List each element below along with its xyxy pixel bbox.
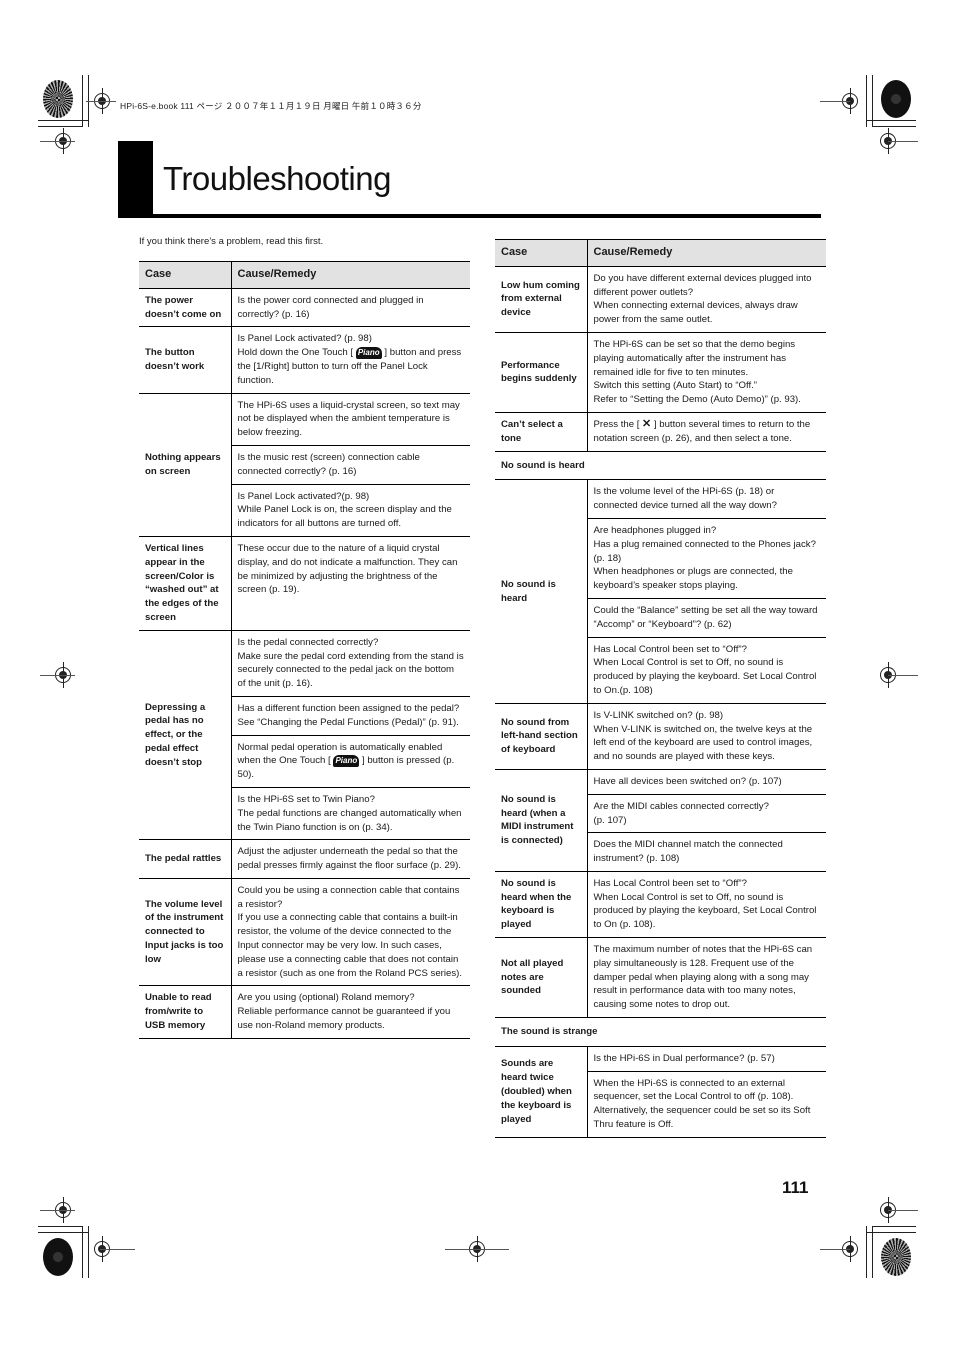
remedy-cell: The maximum number of notes that the HPi…: [587, 937, 826, 1019]
remedy-cell: When the HPi-6S is connected to an exter…: [587, 1071, 826, 1138]
remedy-cell: Are you using (optional) Roland memory? R…: [231, 985, 470, 1039]
piano-button-icon: Piano: [355, 346, 382, 359]
table-row: Nothing appears on screen The HPi-6S uses…: [139, 393, 470, 537]
case-cell: Can’t select a tone: [495, 412, 588, 452]
case-cell: The button doesn’t work: [139, 326, 232, 394]
intro-text: If you think there’s a problem, read thi…: [139, 236, 324, 247]
table-row: No sound is heard when the keyboard is p…: [495, 871, 826, 939]
case-cell: No sound is heard (when a MIDI instrumen…: [495, 769, 588, 872]
page-title: Troubleshooting: [163, 160, 391, 197]
table-row: Performance begins suddenly The HPi-6S ca…: [495, 332, 826, 413]
section-heading-row: No sound is heard: [495, 451, 826, 481]
troubleshooting-table-right: Case Cause/Remedy Low hum coming from ex…: [495, 239, 826, 1138]
column-header-case: Case: [139, 261, 232, 289]
case-cell: Sounds are heard twice (doubled) when th…: [495, 1046, 588, 1138]
table-row: No sound is heard Is the volume level of …: [495, 479, 826, 704]
column-header-case: Case: [495, 239, 588, 267]
remedy-cell: Does the MIDI channel match the connecte…: [587, 832, 826, 872]
case-cell: The volume level of the instrument conne…: [139, 878, 232, 987]
case-cell: Nothing appears on screen: [139, 393, 232, 537]
title-underline: [118, 214, 821, 218]
remedy-cell: Are the MIDI cables connected correctly?…: [587, 794, 826, 834]
case-cell: Unable to read from/write to USB memory: [139, 985, 232, 1039]
remedy-cell: Has a different function been assigned t…: [231, 696, 470, 736]
remedy-cell: Are headphones plugged in? Has a plug rem…: [587, 518, 826, 599]
table-row: No sound is heard (when a MIDI instrumen…: [495, 769, 826, 872]
case-cell: No sound is heard: [495, 479, 588, 704]
column-header-remedy: Cause/Remedy: [231, 261, 470, 289]
remedy-cell: Is V-LINK switched on? (p. 98) When V-LIN…: [587, 703, 826, 770]
case-cell: Vertical lines appear in the screen/Colo…: [139, 536, 232, 631]
table-row: Can’t select a tone Press the [ ✕ ] butto…: [495, 412, 826, 452]
remedy-cell: Could you be using a connection cable th…: [231, 878, 470, 987]
color-target-icon: [43, 1238, 73, 1276]
table-row: The button doesn’t work Is Panel Lock act…: [139, 326, 470, 394]
case-cell: Performance begins suddenly: [495, 332, 588, 413]
column-header-remedy: Cause/Remedy: [587, 239, 826, 267]
table-row: Depressing a pedal has no effect, or the…: [139, 630, 470, 841]
color-target-icon: [43, 80, 73, 118]
page-number: 111: [782, 1178, 809, 1197]
table-row: No sound from left-hand section of keybo…: [495, 703, 826, 770]
remedy-cell: Have all devices been switched on? (p. 1…: [587, 769, 826, 795]
remedy-cell: Adjust the adjuster underneath the pedal…: [231, 839, 470, 879]
remedy-cell: Has Local Control been set to “Off”? When…: [587, 871, 826, 939]
remedy-cell: The HPi-6S uses a liquid-crystal screen,…: [231, 393, 470, 446]
exit-x-icon: ✕: [642, 417, 652, 430]
color-target-icon: [881, 1238, 911, 1276]
troubleshooting-table-left: Case Cause/Remedy The power doesn’t come…: [139, 261, 470, 1039]
section-heading: No sound is heard: [495, 451, 826, 481]
remedy-cell: These occur due to the nature of a liqui…: [231, 536, 470, 631]
case-cell: No sound from left-hand section of keybo…: [495, 703, 588, 770]
remedy-cell: Is the HPi-6S in Dual performance? (p. 5…: [587, 1046, 826, 1072]
table-row: The power doesn’t come on Is the power co…: [139, 288, 470, 328]
remedy-cell: Is the volume level of the HPi-6S (p. 18…: [587, 479, 826, 519]
print-slug: HPi-6S-e.book 111 ページ ２００７年１１月１９日 月曜日 午前…: [120, 101, 422, 111]
table-header-row: Case Cause/Remedy: [139, 261, 470, 289]
remedy-cell: Is the HPi-6S set to Twin Piano? The peda…: [231, 787, 470, 841]
table-row: Vertical lines appear in the screen/Colo…: [139, 536, 470, 631]
table-row: Sounds are heard twice (doubled) when th…: [495, 1046, 826, 1138]
case-cell: The power doesn’t come on: [139, 288, 232, 328]
table-row: Not all played notes are sounded The maxi…: [495, 937, 826, 1019]
section-heading-row: The sound is strange: [495, 1017, 826, 1047]
piano-button-icon: Piano: [333, 754, 360, 767]
remedy-cell: The HPi-6S can be set so that the demo b…: [587, 332, 826, 413]
table-header-row: Case Cause/Remedy: [495, 239, 826, 267]
remedy-cell: Could the “Balance” setting be set all t…: [587, 598, 826, 638]
remedy-cell: Is the music rest (screen) connection ca…: [231, 445, 470, 485]
remedy-cell: Normal pedal operation is automatically …: [231, 735, 470, 788]
case-cell: The pedal rattles: [139, 839, 232, 879]
remedy-cell: Is the power cord connected and plugged …: [231, 288, 470, 328]
case-cell: No sound is heard when the keyboard is p…: [495, 871, 588, 939]
remedy-cell: Is Panel Lock activated? (p. 98) Hold dow…: [231, 326, 470, 394]
title-bar-block: [118, 141, 153, 218]
table-row: Low hum coming from external device Do yo…: [495, 266, 826, 333]
color-target-icon: [881, 80, 911, 118]
case-cell: Depressing a pedal has no effect, or the…: [139, 630, 232, 841]
section-heading: The sound is strange: [495, 1017, 826, 1047]
case-cell: Low hum coming from external device: [495, 266, 588, 333]
remedy-cell: Do you have different external devices p…: [587, 266, 826, 333]
case-cell: Not all played notes are sounded: [495, 937, 588, 1019]
remedy-cell: Is Panel Lock activated?(p. 98) While Pan…: [231, 484, 470, 537]
table-row: Unable to read from/write to USB memory A…: [139, 985, 470, 1039]
remedy-cell: Is the pedal connected correctly? Make su…: [231, 630, 470, 697]
table-row: The volume level of the instrument conne…: [139, 878, 470, 987]
remedy-cell: Press the [ ✕ ] button several times to …: [587, 412, 826, 452]
table-row: The pedal rattles Adjust the adjuster und…: [139, 839, 470, 879]
remedy-cell: Has Local Control been set to “Off”? When…: [587, 637, 826, 704]
